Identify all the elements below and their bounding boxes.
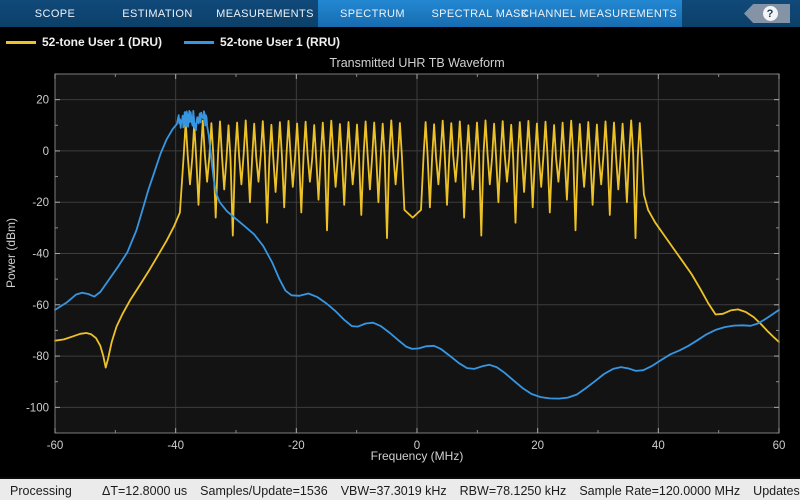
spectrum-analyzer-window: SCOPEESTIMATIONMEASUREMENTSSPECTRUMSPECT… <box>0 0 800 500</box>
legend-line-sample <box>184 41 214 44</box>
y-tick-label: -80 <box>32 351 49 363</box>
question-icon: ? <box>763 6 778 21</box>
help-button[interactable]: ? <box>744 4 790 23</box>
status-fields: ΔT=12.8000 us Samples/Update=1536 VBW=37.3… <box>102 484 800 498</box>
y-tick-label: 0 <box>43 146 49 158</box>
y-axis-label: Power (dBm) <box>4 218 18 288</box>
tab-scope[interactable]: SCOPE <box>5 0 105 27</box>
chart-title: Transmitted UHR TB Waveform <box>329 56 504 70</box>
toolstrip: SCOPEESTIMATIONMEASUREMENTSSPECTRUMSPECT… <box>0 0 800 27</box>
status-state: Processing <box>10 484 102 498</box>
legend-item[interactable]: 52-tone User 1 (RRU) <box>184 35 340 49</box>
status-field: Sample Rate=120.0000 MHz <box>579 484 740 498</box>
legend-label: 52-tone User 1 (RRU) <box>220 35 340 49</box>
x-tick-label: -40 <box>167 440 184 452</box>
tab-channel-measurements[interactable]: CHANNEL MEASUREMENTS <box>535 0 663 27</box>
x-tick-label: -20 <box>288 440 305 452</box>
status-field: ΔT=12.8000 us <box>102 484 187 498</box>
tab-measurements[interactable]: MEASUREMENTS <box>210 0 320 27</box>
trace-legend: 52-tone User 1 (DRU) 52-tone User 1 (RRU) <box>6 33 362 51</box>
legend-item[interactable]: 52-tone User 1 (DRU) <box>6 35 162 49</box>
tab-spectral-mask[interactable]: SPECTRAL MASK <box>425 0 535 27</box>
status-field: RBW=78.1250 kHz <box>460 484 567 498</box>
tab-spectrum[interactable]: SPECTRUM <box>320 0 425 27</box>
status-field: Updates=16 <box>753 484 800 498</box>
status-field: Samples/Update=1536 <box>200 484 328 498</box>
status-field: VBW=37.3019 kHz <box>341 484 447 498</box>
status-bar: Processing ΔT=12.8000 us Samples/Update=1… <box>0 477 800 500</box>
y-tick-label: -100 <box>26 402 49 414</box>
y-tick-label: -40 <box>32 249 49 261</box>
spectrum-chart[interactable]: -60-40-200204060-100-80-60-40-20020 Tran… <box>0 27 800 477</box>
scope-figure: 52-tone User 1 (DRU) 52-tone User 1 (RRU)… <box>0 27 800 477</box>
x-tick-label: 60 <box>773 440 786 452</box>
y-tick-label: -20 <box>32 197 49 209</box>
x-tick-label: 20 <box>531 440 544 452</box>
y-tick-label: 20 <box>36 95 49 107</box>
x-tick-label: 40 <box>652 440 665 452</box>
y-tick-label: -60 <box>32 300 49 312</box>
legend-line-sample <box>6 41 36 44</box>
x-tick-label: -60 <box>47 440 64 452</box>
tab-estimation[interactable]: ESTIMATION <box>105 0 210 27</box>
x-axis-label: Frequency (MHz) <box>371 449 464 463</box>
toolstrip-tabs: SCOPEESTIMATIONMEASUREMENTSSPECTRUMSPECT… <box>5 0 663 27</box>
legend-label: 52-tone User 1 (DRU) <box>42 35 162 49</box>
